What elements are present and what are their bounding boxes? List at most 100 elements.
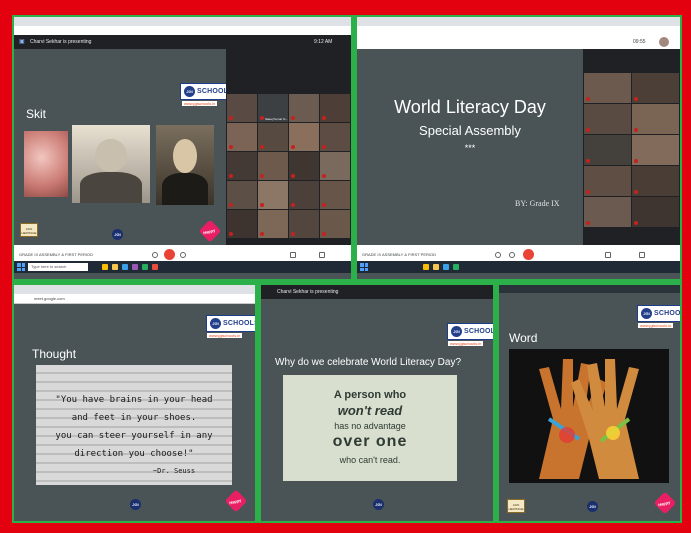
browser-tab-strip[interactable] bbox=[14, 285, 255, 294]
participant-tile[interactable] bbox=[632, 135, 679, 165]
muted-icon bbox=[260, 174, 264, 178]
muted-icon bbox=[291, 174, 295, 178]
slide-why-literacy-day: Charvi Sekhar is presenting JGI SCHOOLS … bbox=[259, 283, 495, 523]
participant-tile[interactable] bbox=[584, 197, 631, 227]
participant-tile[interactable] bbox=[584, 166, 631, 196]
end-call-button[interactable] bbox=[164, 249, 175, 260]
portrait-image-1 bbox=[72, 125, 150, 203]
quote-card: A person who won't read has no advantage… bbox=[283, 375, 457, 481]
avatar[interactable] bbox=[659, 37, 669, 47]
quote-line: direction you choose!" bbox=[74, 449, 194, 459]
typewriter-image bbox=[24, 131, 68, 197]
browser-address-bar[interactable]: meet.google.com bbox=[14, 294, 255, 304]
card-line: who can't read. bbox=[339, 455, 401, 465]
chrome-icon[interactable] bbox=[423, 264, 429, 270]
edge-icon[interactable] bbox=[122, 264, 128, 270]
participant-tile[interactable] bbox=[320, 94, 350, 122]
portrait-image-2 bbox=[156, 125, 214, 205]
windows-taskbar bbox=[357, 261, 680, 273]
participant-tile[interactable] bbox=[584, 104, 631, 134]
participant-tile[interactable] bbox=[584, 135, 631, 165]
jgi-schools-logo: JGI SCHOOLS bbox=[206, 315, 257, 332]
mail-icon[interactable] bbox=[142, 264, 148, 270]
muted-icon bbox=[586, 221, 590, 225]
participant-tile[interactable] bbox=[289, 123, 319, 151]
participant-tile[interactable] bbox=[584, 73, 631, 103]
muted-icon bbox=[634, 97, 638, 101]
participant-tile[interactable] bbox=[258, 152, 288, 180]
participant-tile[interactable] bbox=[258, 181, 288, 209]
participant-grid bbox=[583, 49, 680, 245]
quote-line: "You have brains in your head bbox=[55, 395, 213, 405]
muted-icon bbox=[260, 232, 264, 236]
muted-icon bbox=[322, 145, 326, 149]
muted-icon bbox=[229, 145, 233, 149]
folder-icon[interactable] bbox=[112, 264, 118, 270]
participant-tile[interactable]: Saeej Kumar G... bbox=[258, 94, 288, 122]
slide-area: JGI SCHOOLS www.jgischools.in Skit JAIN … bbox=[14, 49, 238, 245]
store-icon[interactable] bbox=[132, 264, 138, 270]
browser-tab-strip[interactable] bbox=[357, 17, 680, 26]
present-now-icon[interactable] bbox=[639, 252, 645, 258]
slide-area: World Literacy Day Special Assembly *** … bbox=[357, 49, 583, 245]
meeting-name: GRADE IX ASSEMBLY & FIRST PERIOD bbox=[362, 252, 437, 257]
meet-header: 09:55 bbox=[357, 35, 680, 49]
participant-tile[interactable] bbox=[289, 210, 319, 238]
muted-icon bbox=[291, 116, 295, 120]
participant-tile[interactable] bbox=[632, 73, 679, 103]
slide-title-skit: Skit bbox=[26, 107, 47, 121]
meet-header: ▣ Charvi Sekhar is presenting 9:12 AM bbox=[14, 35, 351, 49]
taskbar-search-input[interactable]: Type here to search bbox=[28, 263, 88, 271]
windows-start-icon[interactable] bbox=[360, 263, 368, 271]
muted-icon bbox=[634, 128, 638, 132]
tile-name: Saeej Kumar G... bbox=[265, 117, 289, 121]
jgi-round-logo: JGI bbox=[373, 499, 384, 510]
address-text: meet.google.com bbox=[34, 296, 65, 301]
participant-tile[interactable] bbox=[289, 94, 319, 122]
participant-tile[interactable] bbox=[320, 152, 350, 180]
mic-icon[interactable] bbox=[495, 252, 501, 258]
end-call-icon[interactable] bbox=[509, 252, 515, 258]
participant-tile[interactable] bbox=[320, 123, 350, 151]
participant-tile[interactable] bbox=[289, 152, 319, 180]
clock-text: 09:55 bbox=[633, 39, 646, 45]
participant-tile[interactable] bbox=[227, 94, 257, 122]
participant-tile[interactable] bbox=[227, 152, 257, 180]
captions-icon[interactable] bbox=[605, 252, 611, 258]
participant-tile[interactable] bbox=[320, 181, 350, 209]
folder-icon[interactable] bbox=[433, 264, 439, 270]
mail-icon[interactable] bbox=[453, 264, 459, 270]
participant-tile[interactable] bbox=[227, 123, 257, 151]
muted-icon bbox=[322, 116, 326, 120]
participant-tile[interactable] bbox=[258, 123, 288, 151]
participant-tile[interactable] bbox=[227, 210, 257, 238]
participant-tile[interactable] bbox=[632, 104, 679, 134]
logo-text: SCHOOLS bbox=[223, 320, 257, 327]
jgi-round-logo: JGI bbox=[587, 501, 598, 512]
present-now-icon[interactable] bbox=[319, 252, 325, 258]
windows-start-icon[interactable] bbox=[17, 263, 25, 271]
participant-tile[interactable] bbox=[320, 210, 350, 238]
collage-grid: ▣ Charvi Sekhar is presenting 9:12 AM JG… bbox=[12, 15, 682, 523]
jgi-round-logo: JGI bbox=[130, 499, 141, 510]
captions-icon[interactable] bbox=[290, 252, 296, 258]
participant-tile[interactable] bbox=[632, 166, 679, 196]
edge-icon[interactable] bbox=[443, 264, 449, 270]
participant-tile[interactable] bbox=[632, 197, 679, 227]
slide-stars: *** bbox=[464, 143, 476, 153]
browser-tab-strip[interactable] bbox=[14, 17, 351, 26]
jgi-schools-logo: JGI SCHOOLS bbox=[447, 323, 493, 340]
participant-tile[interactable] bbox=[227, 181, 257, 209]
logo-disc: JGI bbox=[641, 308, 652, 319]
mic-icon[interactable] bbox=[152, 252, 158, 258]
participant-tile[interactable] bbox=[258, 210, 288, 238]
camera-icon[interactable] bbox=[180, 252, 186, 258]
camera-off-button[interactable] bbox=[523, 249, 534, 260]
jain-heritage-badge: JAIN HERITAGE bbox=[20, 223, 38, 237]
participant-tile[interactable] bbox=[289, 181, 319, 209]
slide-title-thought: Thought bbox=[32, 347, 77, 361]
muted-icon bbox=[586, 97, 590, 101]
meet-window-top-left: ▣ Charvi Sekhar is presenting 9:12 AM JG… bbox=[12, 15, 353, 281]
chrome-icon[interactable] bbox=[102, 264, 108, 270]
app-icon[interactable] bbox=[152, 264, 158, 270]
